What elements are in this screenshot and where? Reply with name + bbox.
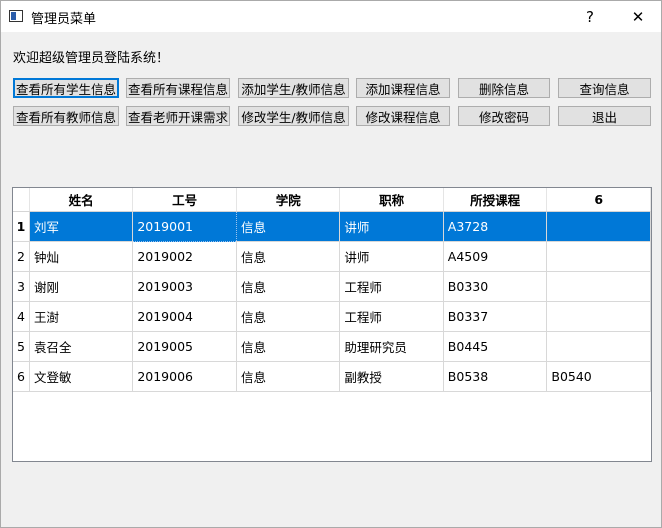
edit-course-button[interactable]: 修改课程信息 — [356, 106, 450, 126]
column-header-title[interactable]: 职称 — [339, 188, 444, 212]
table-cell[interactable]: 信息 — [236, 301, 341, 332]
close-icon[interactable]: ✕ — [615, 1, 661, 32]
table-cell[interactable]: 谢刚 — [29, 271, 134, 302]
query-info-button[interactable]: 查询信息 — [558, 78, 651, 98]
table-cell[interactable]: 助理研究员 — [339, 331, 444, 362]
table-cell[interactable]: 钟灿 — [29, 241, 134, 272]
window-title: 管理员菜单 — [31, 12, 97, 27]
table-cell[interactable]: 信息 — [236, 241, 341, 272]
exit-button[interactable]: 退出 — [558, 106, 651, 126]
table-cell[interactable]: B0337 — [443, 301, 548, 332]
table-header-row: 姓名 工号 学院 职称 所授课程 6 — [13, 188, 651, 212]
table-cell[interactable]: 讲师 — [339, 211, 444, 242]
table-cell[interactable] — [546, 211, 651, 242]
table-cell[interactable]: 2019001 — [132, 211, 238, 242]
table-cell[interactable]: 讲师 — [339, 241, 444, 272]
table-cell[interactable]: A4509 — [443, 241, 548, 272]
row-header[interactable]: 5 — [13, 331, 30, 362]
table-cell[interactable]: 王澍 — [29, 301, 134, 332]
teacher-table[interactable]: 姓名 工号 学院 职称 所授课程 6 1 刘军 2019001 信息 讲师 A3… — [12, 187, 652, 462]
table-cell[interactable]: 信息 — [236, 331, 341, 362]
column-header-college[interactable]: 学院 — [236, 188, 341, 212]
table-cell[interactable]: 文登敏 — [29, 361, 134, 392]
table-cell[interactable]: 2019006 — [132, 361, 238, 392]
view-all-teachers-button[interactable]: 查看所有教师信息 — [13, 106, 119, 126]
row-header[interactable]: 3 — [13, 271, 30, 302]
table-cell[interactable]: 刘军 — [29, 211, 134, 242]
table-row[interactable]: 3 谢刚 2019003 信息 工程师 B0330 — [13, 271, 651, 302]
table-cell[interactable]: 副教授 — [339, 361, 444, 392]
table-row[interactable]: 4 王澍 2019004 信息 工程师 B0337 — [13, 301, 651, 332]
column-header-courses[interactable]: 所授课程 — [443, 188, 548, 212]
row-header[interactable]: 6 — [13, 361, 30, 392]
table-cell[interactable]: 工程师 — [339, 301, 444, 332]
table-cell[interactable]: B0538 — [443, 361, 548, 392]
row-header[interactable]: 2 — [13, 241, 30, 272]
title-bar: 管理员菜单 ? ✕ — [1, 1, 661, 32]
table-cell[interactable]: 2019004 — [132, 301, 238, 332]
change-password-button[interactable]: 修改密码 — [458, 106, 550, 126]
table-cell[interactable] — [546, 241, 651, 272]
admin-menu-window: 管理员菜单 ? ✕ 欢迎超级管理员登陆系统！ 查看所有学生信息 查看所有课程信息… — [0, 0, 662, 528]
table-row[interactable]: 2 钟灿 2019002 信息 讲师 A4509 — [13, 241, 651, 272]
table-cell[interactable]: 2019005 — [132, 331, 238, 362]
add-student-teacher-button[interactable]: 添加学生/教师信息 — [238, 78, 349, 98]
column-header-id[interactable]: 工号 — [132, 188, 238, 212]
table-cell[interactable]: 工程师 — [339, 271, 444, 302]
welcome-message: 欢迎超级管理员登陆系统！ — [13, 51, 170, 66]
table-corner[interactable] — [13, 188, 30, 212]
view-all-courses-button[interactable]: 查看所有课程信息 — [126, 78, 230, 98]
table-cell[interactable] — [546, 331, 651, 362]
table-cell[interactable]: 信息 — [236, 361, 341, 392]
column-header-6[interactable]: 6 — [546, 188, 651, 212]
delete-info-button[interactable]: 删除信息 — [458, 78, 550, 98]
view-teacher-course-requests-button[interactable]: 查看老师开课需求 — [126, 106, 230, 126]
column-header-name[interactable]: 姓名 — [29, 188, 134, 212]
table-cell[interactable]: B0330 — [443, 271, 548, 302]
view-all-students-button[interactable]: 查看所有学生信息 — [13, 78, 119, 98]
table-cell[interactable]: B0445 — [443, 331, 548, 362]
help-button[interactable]: ? — [567, 1, 613, 32]
table-cell[interactable] — [546, 301, 651, 332]
add-course-button[interactable]: 添加课程信息 — [356, 78, 450, 98]
table-cell[interactable]: 信息 — [236, 211, 341, 242]
table-row[interactable]: 6 文登敏 2019006 信息 副教授 B0538 B0540 — [13, 361, 651, 392]
table-cell[interactable]: 2019003 — [132, 271, 238, 302]
edit-student-teacher-button[interactable]: 修改学生/教师信息 — [238, 106, 349, 126]
table-cell[interactable] — [546, 271, 651, 302]
app-icon — [9, 10, 23, 22]
table-cell[interactable]: 信息 — [236, 271, 341, 302]
table-cell[interactable]: A3728 — [443, 211, 548, 242]
table-row[interactable]: 5 袁召全 2019005 信息 助理研究员 B0445 — [13, 331, 651, 362]
table-cell[interactable]: 2019002 — [132, 241, 238, 272]
table-cell[interactable]: 袁召全 — [29, 331, 134, 362]
row-header[interactable]: 1 — [13, 211, 30, 242]
table-cell[interactable]: B0540 — [546, 361, 651, 392]
table-row[interactable]: 1 刘军 2019001 信息 讲师 A3728 — [13, 211, 651, 242]
row-header[interactable]: 4 — [13, 301, 30, 332]
